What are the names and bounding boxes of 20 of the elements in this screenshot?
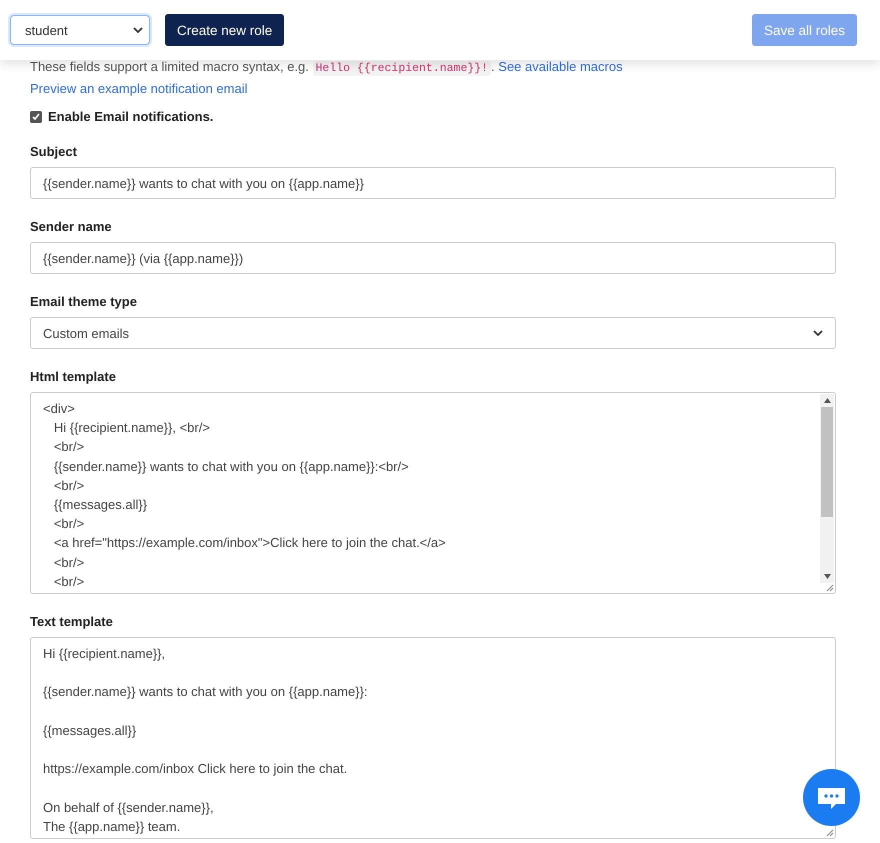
role-select[interactable]: student — [10, 15, 150, 45]
field-label: Subject — [30, 144, 78, 160]
chat-button[interactable] — [803, 769, 860, 826]
preview-link[interactable]: Preview an example notification email — [30, 80, 248, 97]
caret-icon — [133, 27, 143, 33]
template-field[interactable]: Hi {{recipient.name}}, {{sender.name}} wants to chat with you on {{app.name}}: {{messages.all}} https://example.com/inbox Click here to join the chat. On behalf of {{sender.name}}, The {{app.name}} team. — [31, 638, 835, 838]
field-label: Text template — [30, 614, 114, 630]
field-label: Html template — [30, 369, 117, 385]
text-field[interactable]: {{sender.name}} (via {{app.name}}) — [30, 242, 836, 274]
resize-handle-icon[interactable] — [826, 829, 834, 837]
field-label: Sender name — [30, 219, 113, 235]
checkbox[interactable] — [30, 110, 42, 122]
macros-link[interactable]: See available macros — [498, 59, 623, 74]
text-field[interactable]: {{sender.name}} wants to chat with you on {{app.name}} — [30, 167, 836, 199]
hint-text: These fields support a limited macro syntax, e.g. Hello {{recipient.name}}! . See available macros — [30, 58, 624, 75]
theme-select[interactable]: Custom emails — [30, 317, 836, 349]
checkbox-label: Enable Email notifications. — [48, 109, 214, 124]
caret-icon — [813, 330, 823, 336]
field-label: Email theme type — [30, 294, 138, 310]
create-role-button[interactable]: Create new role — [165, 14, 284, 46]
